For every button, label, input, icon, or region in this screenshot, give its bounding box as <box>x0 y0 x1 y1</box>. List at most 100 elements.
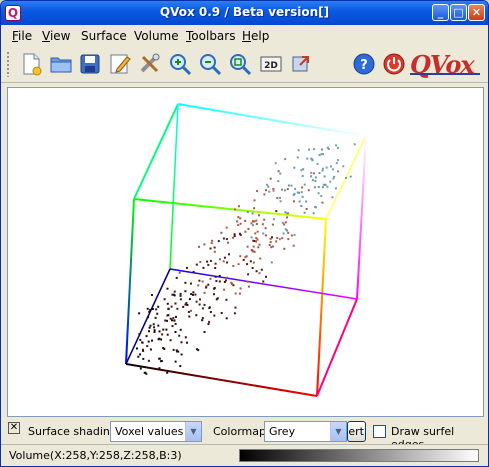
voxel-point <box>207 263 210 266</box>
voxel-point <box>180 341 183 344</box>
help-button[interactable]: ? <box>351 51 377 77</box>
voxel-point <box>198 279 201 282</box>
voxel-point <box>345 177 347 179</box>
voxel-point <box>279 172 282 175</box>
voxel-point <box>268 190 271 193</box>
voxel-point <box>244 230 247 233</box>
zoom-in-button[interactable] <box>167 51 193 77</box>
voxel-point <box>217 240 220 243</box>
new-file-button[interactable] <box>18 51 44 77</box>
voxel-point <box>225 317 228 320</box>
voxel-point <box>306 157 309 160</box>
voxel-point <box>232 265 235 267</box>
draw-surfel-edges-checkbox[interactable] <box>373 425 386 438</box>
voxel-point <box>153 326 156 329</box>
voxel-point <box>157 324 160 327</box>
menu-surface[interactable]: Surface <box>81 29 127 43</box>
voxel-point <box>337 159 339 162</box>
maximize-button[interactable]: □ <box>450 4 467 21</box>
zoom-fit-button[interactable] <box>227 51 253 77</box>
voxel-point <box>332 177 335 180</box>
voxel-point <box>158 357 161 360</box>
voxel-point <box>228 253 230 256</box>
window-title: QVox 0.9 / Beta version[] <box>159 5 330 19</box>
menu-view[interactable]: View <box>42 29 70 43</box>
voxel-point <box>214 267 217 269</box>
voxel-point <box>213 314 216 317</box>
2d-view-icon: 2D <box>260 56 282 72</box>
status-bar: Volume(X:258,Y:258,Z:258,B:3) <box>1 444 488 466</box>
export-button[interactable] <box>288 51 314 77</box>
voxel-point <box>271 223 274 226</box>
voxel-point <box>220 231 223 234</box>
voxel-point <box>246 280 249 283</box>
svg-text:2D: 2D <box>264 61 278 71</box>
voxel-point <box>258 272 261 275</box>
menu-file[interactable]: File <box>12 29 32 43</box>
voxel-point <box>277 180 280 183</box>
voxel-point <box>151 339 153 342</box>
colormap-select[interactable]: Grey ▼ <box>264 421 347 442</box>
voxel-point <box>251 267 254 269</box>
voxel-point <box>192 270 195 273</box>
tools-button[interactable] <box>137 51 163 77</box>
colormap-gradient-bar <box>239 449 479 462</box>
surface-shading-select[interactable]: Voxel values ▼ <box>110 421 202 442</box>
tools-icon <box>140 53 160 73</box>
menu-help[interactable]: Help <box>242 29 269 43</box>
close-panel-icon[interactable]: ✕ <box>8 422 20 434</box>
voxel-point <box>253 199 256 202</box>
3d-viewport[interactable] <box>7 87 484 417</box>
voxel-point <box>173 290 176 293</box>
edit-button[interactable] <box>107 51 133 77</box>
close-window-button[interactable]: ✕ <box>468 4 485 21</box>
voxel-point <box>276 237 279 239</box>
minimize-button[interactable]: _ <box>432 4 449 21</box>
toolbar-grip[interactable] <box>6 51 10 77</box>
chevron-down-icon[interactable]: ▼ <box>330 422 346 441</box>
open-button[interactable] <box>48 51 74 77</box>
voxel-point <box>226 261 229 264</box>
voxel-point <box>335 144 338 147</box>
cube-edge <box>133 103 179 200</box>
voxel-point <box>256 230 259 233</box>
voxel-point <box>178 271 181 274</box>
save-button[interactable] <box>77 51 103 77</box>
voxel-point <box>242 258 245 261</box>
voxel-point <box>245 255 248 258</box>
zoom-out-button[interactable] <box>197 51 223 77</box>
voxel-point <box>190 293 193 296</box>
title-bar[interactable]: Q QVox 0.9 / Beta version[] _ □ ✕ <box>1 1 488 25</box>
chevron-down-icon[interactable]: ▼ <box>185 422 201 441</box>
voxel-point <box>238 232 241 235</box>
voxel-point <box>255 237 258 239</box>
invert-colormap-button[interactable]: Invert <box>347 421 366 442</box>
voxel-point <box>154 316 157 319</box>
voxel-point <box>195 348 198 351</box>
voxel-point <box>222 237 225 240</box>
voxel-point <box>322 183 325 186</box>
voxel-point <box>313 148 316 151</box>
voxel-point <box>167 307 170 310</box>
voxel-point <box>238 292 241 295</box>
voxel-point <box>148 326 151 329</box>
voxel-point <box>233 235 236 237</box>
voxel-point <box>313 186 316 189</box>
voxel-point <box>160 338 163 341</box>
quit-button[interactable] <box>381 51 407 77</box>
voxel-point <box>262 232 265 235</box>
voxel-point <box>263 218 266 221</box>
voxel-point <box>207 283 210 286</box>
voxel-point <box>246 263 249 266</box>
view-2d-button[interactable]: 2D <box>258 51 284 77</box>
voxel-point-cloud <box>136 143 356 375</box>
voxel-point <box>305 200 308 203</box>
voxel-point <box>156 312 159 315</box>
menu-volume[interactable]: Volume <box>134 29 179 43</box>
menu-toolbars[interactable]: Toolbars <box>186 29 235 43</box>
voxel-point <box>302 168 305 171</box>
voxel-point <box>266 183 269 186</box>
voxel-point <box>333 175 336 178</box>
voxel-point <box>274 162 277 165</box>
voxel-point <box>252 245 255 248</box>
